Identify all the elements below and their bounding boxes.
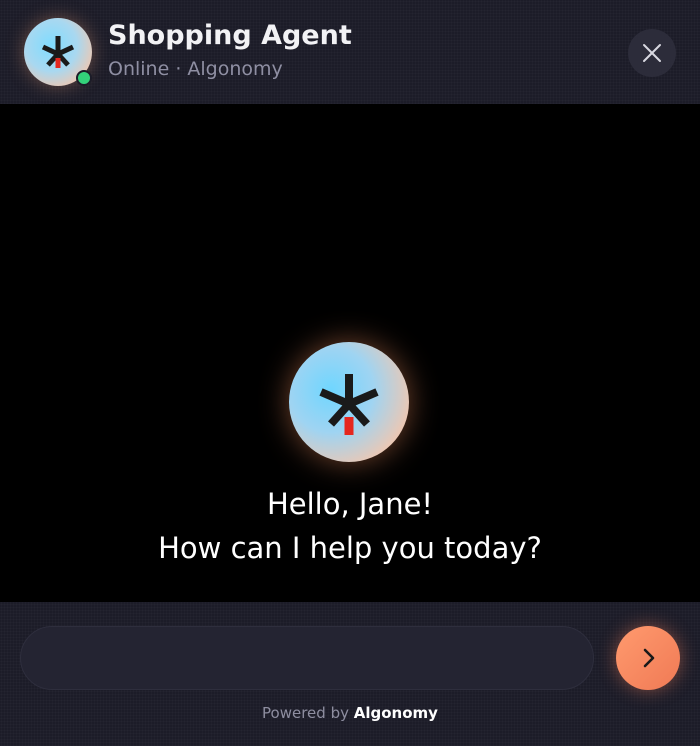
close-icon [643,44,661,62]
powered-by-prefix: Powered by [262,704,349,722]
powered-by: Powered by Algonomy [0,704,700,722]
send-button[interactable] [616,626,680,690]
online-status-dot [76,70,92,86]
agent-status: Online · Algonomy [108,58,283,80]
asterisk-logo-icon [319,374,379,435]
message-input[interactable] [20,626,594,690]
chat-body: Hello, Jane! How can I help you today? [0,104,700,602]
greeting-line-2: How can I help you today? [158,531,542,565]
greeting-line-1: Hello, Jane! [266,487,434,521]
close-button[interactable] [628,29,676,77]
hero-avatar [289,342,409,462]
powered-by-brand[interactable]: Algonomy [354,704,438,722]
chat-header: Shopping Agent Online · Algonomy [0,0,700,104]
agent-name: Shopping Agent [108,20,352,51]
chat-widget: Shopping Agent Online · Algonomy Hello, … [0,0,700,746]
greeting-text: Hello, Jane! How can I help you today? [0,482,700,570]
chevron-right-icon [643,648,655,668]
chat-footer: Powered by Algonomy [0,602,700,746]
